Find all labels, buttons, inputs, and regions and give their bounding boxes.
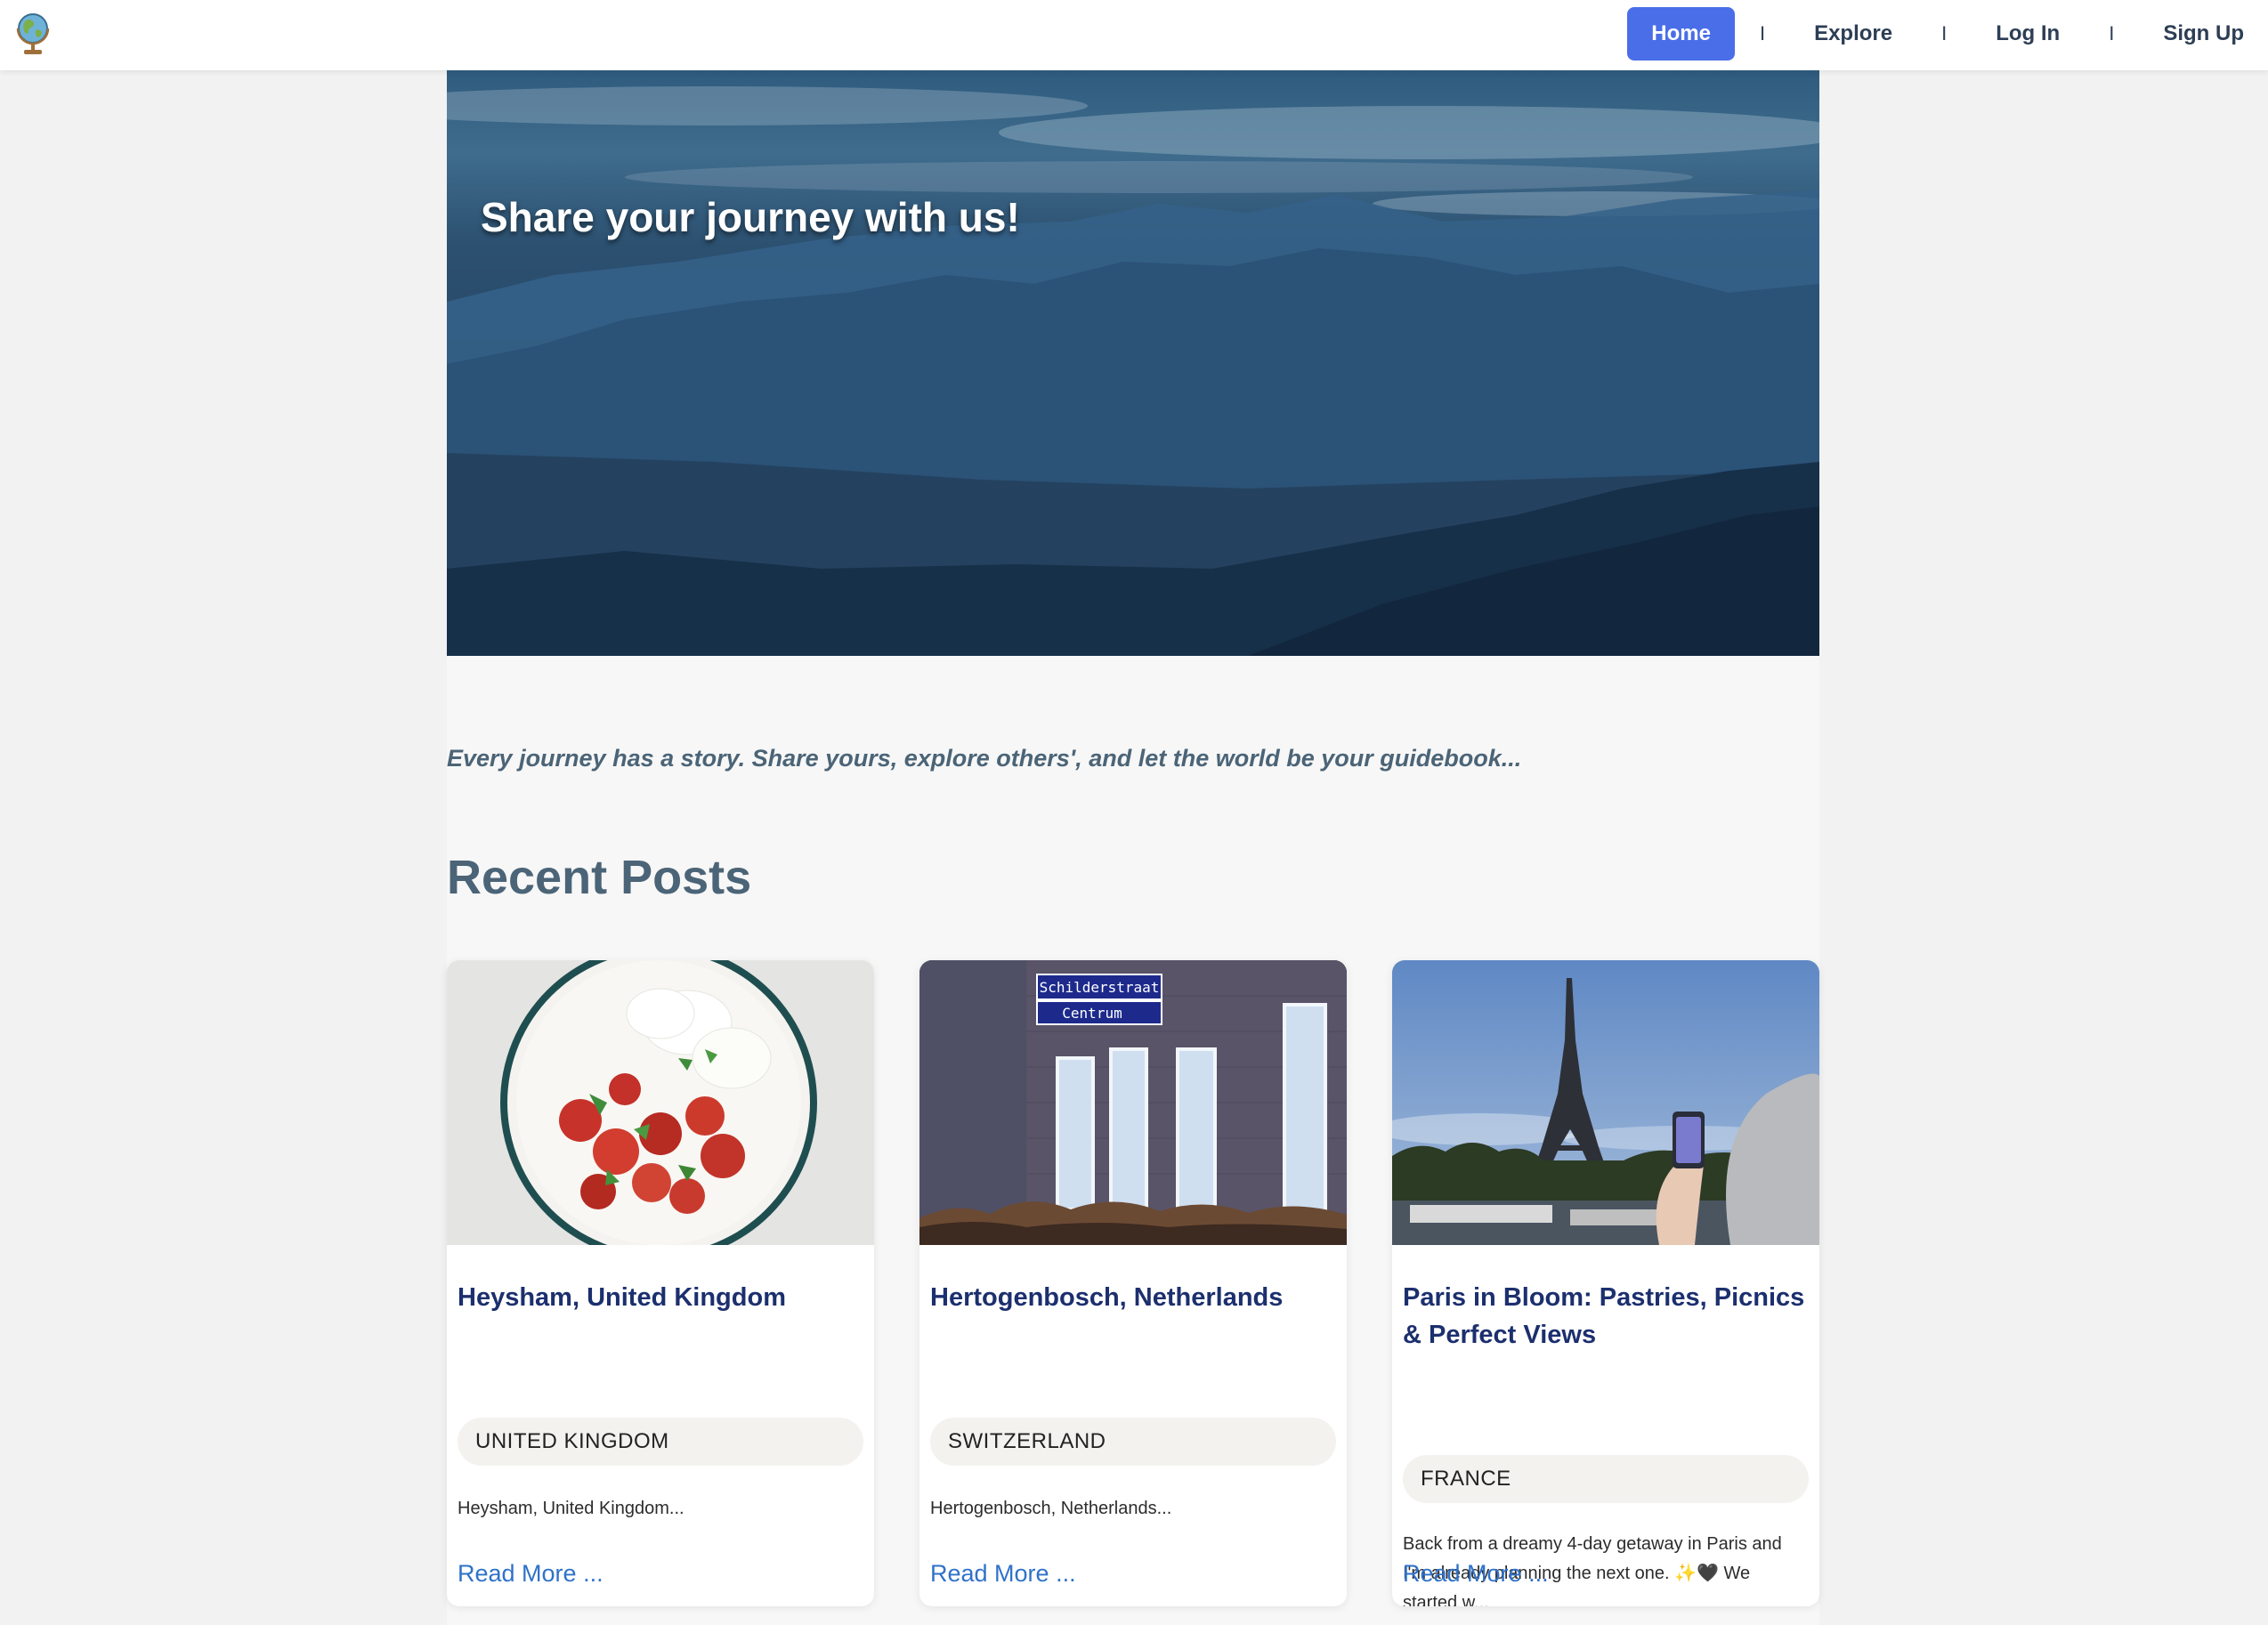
nav-separator: I (2109, 22, 2115, 44)
nav-separator: I (1759, 22, 1766, 44)
eiffel-tower-photo (1392, 960, 1819, 1245)
post-card[interactable]: Schilderstraat Centrum Hertogenbosch, Ne… (919, 960, 1347, 1606)
top-navbar: Home I Explore I Log In I Sign Up (0, 0, 2268, 70)
country-badge: FRANCE (1403, 1455, 1809, 1503)
country-badge: UNITED KINGDOM (458, 1418, 863, 1466)
nav-links: Home I Explore I Log In I Sign Up (1627, 7, 2268, 61)
post-card[interactable]: Paris in Bloom: Pastries, Picnics & Perf… (1392, 960, 1819, 1606)
post-title[interactable]: Hertogenbosch, Netherlands (930, 1279, 1336, 1316)
read-more-link[interactable]: Read More ... (1403, 1560, 1549, 1588)
mountain-landscape-image (447, 86, 1819, 656)
post-card[interactable]: Heysham, United Kingdom UNITED KINGDOM H… (447, 960, 874, 1606)
nav-separator: I (1941, 22, 1948, 44)
nav-home-button[interactable]: Home (1627, 7, 1735, 61)
globe-logo-icon[interactable] (14, 9, 52, 59)
post-title[interactable]: Paris in Bloom: Pastries, Picnics & Perf… (1403, 1279, 1809, 1354)
nav-explore-button[interactable]: Explore (1790, 7, 1916, 61)
hero-banner: Share your journey with us! (447, 70, 1819, 656)
caprese-salad-photo (447, 960, 874, 1245)
section-title-recent-posts: Recent Posts (447, 851, 752, 904)
nav-signup-button[interactable]: Sign Up (2139, 7, 2268, 61)
page: Home I Explore I Log In I Sign Up Share … (0, 0, 2268, 1625)
country-badge: SWITZERLAND (930, 1418, 1336, 1466)
street-sign-text: Schilderstraat (1040, 979, 1160, 996)
main-content: Share your journey with us! Every journe… (447, 70, 1819, 1625)
post-title[interactable]: Heysham, United Kingdom (458, 1279, 863, 1316)
read-more-link[interactable]: Read More ... (930, 1560, 1076, 1588)
street-sign-text: Centrum (1062, 1005, 1122, 1022)
post-excerpt: Heysham, United Kingdom... (458, 1499, 684, 1518)
read-more-link[interactable]: Read More ... (458, 1560, 603, 1588)
hero-title: Share your journey with us! (481, 194, 1020, 240)
street-sign-photo: Schilderstraat Centrum (919, 960, 1347, 1245)
nav-login-button[interactable]: Log In (1972, 7, 2084, 61)
post-excerpt: Hertogenbosch, Netherlands... (930, 1499, 1172, 1518)
tagline: Every journey has a story. Share yours, … (447, 745, 1522, 772)
